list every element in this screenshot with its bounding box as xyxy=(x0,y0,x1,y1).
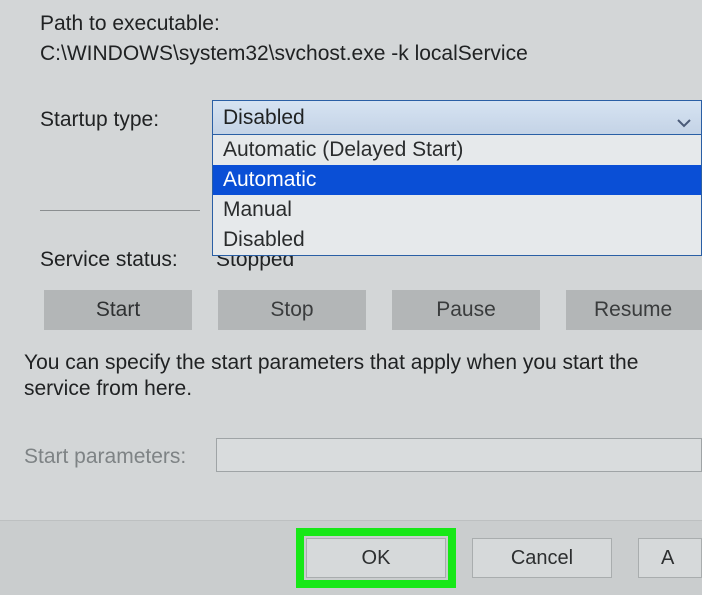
info-text: You can specify the start parameters tha… xyxy=(24,350,702,403)
pause-button[interactable]: Pause xyxy=(392,290,540,330)
start-parameters-input[interactable] xyxy=(216,438,702,472)
chevron-down-icon xyxy=(675,109,693,127)
startup-option-disabled[interactable]: Disabled xyxy=(213,225,701,255)
ok-button[interactable]: OK xyxy=(306,538,446,578)
stop-button[interactable]: Stop xyxy=(218,290,366,330)
startup-type-selected-text: Disabled xyxy=(223,106,305,129)
service-properties-dialog: Path to executable: C:\WINDOWS\system32\… xyxy=(0,0,702,595)
service-status-label: Service status: xyxy=(40,248,178,272)
start-parameters-label: Start parameters: xyxy=(24,445,186,469)
startup-option-manual[interactable]: Manual xyxy=(213,195,701,225)
cancel-button[interactable]: Cancel xyxy=(472,538,612,578)
startup-option-delayed[interactable]: Automatic (Delayed Start) xyxy=(213,135,701,165)
path-executable-value: C:\WINDOWS\system32\svchost.exe -k local… xyxy=(40,42,528,66)
path-executable-label: Path to executable: xyxy=(40,12,220,36)
startup-type-list: Automatic (Delayed Start) Automatic Manu… xyxy=(213,135,701,255)
apply-button[interactable]: A xyxy=(638,538,702,578)
startup-option-automatic[interactable]: Automatic xyxy=(213,165,701,195)
resume-button[interactable]: Resume xyxy=(566,290,702,330)
startup-type-label: Startup type: xyxy=(40,108,159,132)
startup-type-dropdown[interactable]: Disabled Automatic (Delayed Start) Autom… xyxy=(212,100,702,256)
startup-type-selected[interactable]: Disabled xyxy=(213,101,701,135)
divider xyxy=(40,210,200,211)
start-button[interactable]: Start xyxy=(44,290,192,330)
